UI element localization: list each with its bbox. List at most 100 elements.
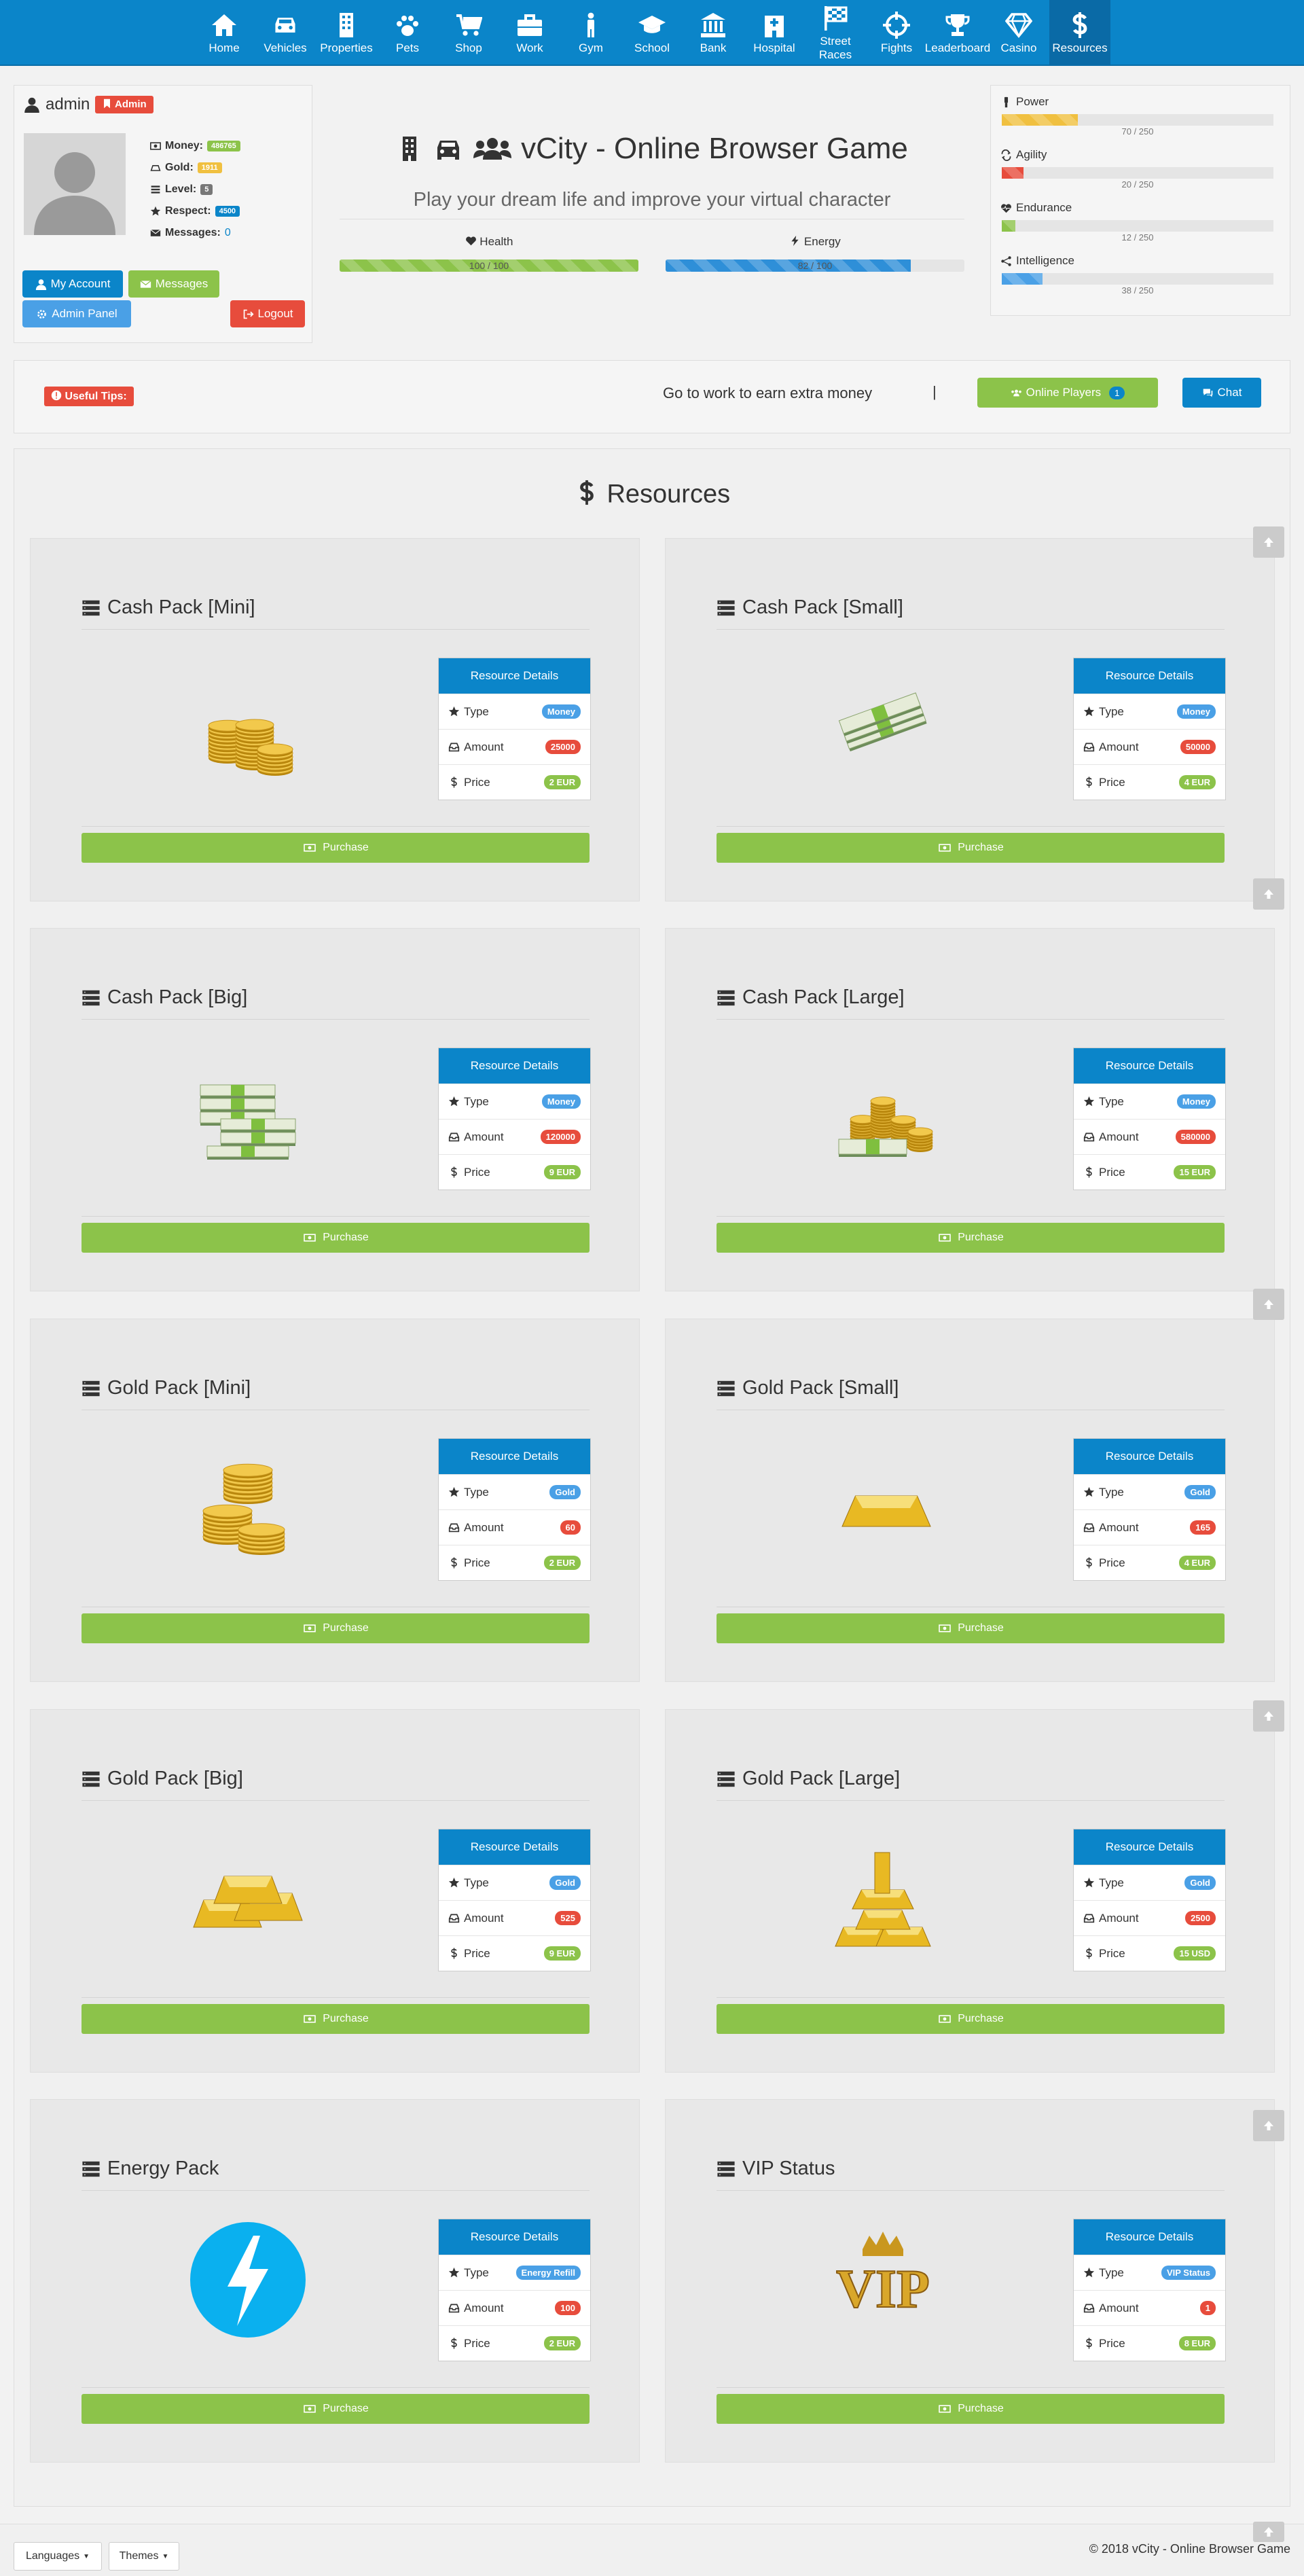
inbox-icon [1083,741,1095,753]
purchase-button[interactable]: Purchase [717,2394,1225,2424]
nav-item-bank[interactable]: Bank [683,0,744,66]
chat-button[interactable]: Chat [1182,378,1261,408]
star-icon [448,1096,460,1107]
resource-title: Energy Pack [82,2158,219,2180]
home-icon [211,12,238,39]
type-row: Type Money [439,694,590,729]
attr-power-value: 70 / 250 [1121,126,1154,137]
cogs-icon [36,308,48,320]
person-icon [577,12,604,39]
crosshairs-icon [883,11,910,39]
amount-row: Amount 1 [1074,2290,1225,2325]
server-icon [82,988,101,1007]
back-to-top-button[interactable] [1253,2522,1284,2542]
back-to-top-button[interactable] [1253,2110,1284,2141]
nav-item-home[interactable]: Home [194,0,255,66]
purchase-button[interactable]: Purchase [82,1613,590,1643]
nav-item-shop[interactable]: Shop [438,0,499,66]
money-stat: Money: 486765 [150,140,240,152]
divider [82,2190,590,2191]
details-header: Resource Details [1074,658,1225,694]
type-value: Money [541,704,581,719]
details-header: Resource Details [439,2219,590,2255]
divider [717,1800,1225,1801]
dollar-icon [448,1557,460,1569]
purchase-button[interactable]: Purchase [82,1223,590,1253]
footer: Languages ▼ Themes ▼ © 2018 vCity - Online… [0,2524,1304,2576]
nav-item-resources[interactable]: Resources [1049,0,1110,66]
themes-dropdown[interactable]: Themes ▼ [109,2542,179,2571]
nav-item-properties[interactable]: Properties [316,0,377,66]
user-name-row: admin Admin [24,95,153,114]
messages-button[interactable]: Messages [128,270,219,298]
resource-details: Resource Details Type Energy Refill Amount 1… [438,2219,591,2361]
dollar-icon [448,1948,460,1959]
star-icon [448,2267,460,2278]
purchase-button[interactable]: Purchase [717,1223,1225,1253]
nav-item-street-races[interactable]: Street Races [805,0,866,66]
building-icon [396,135,423,162]
resource-details: Resource Details Type Money Amount 50000 Pric… [1073,658,1226,800]
back-to-top-button[interactable] [1253,526,1284,558]
money-icon [302,842,317,853]
nav-item-fights[interactable]: Fights [866,0,927,66]
price-row: Price 2 EUR [439,764,590,800]
nav-item-hospital[interactable]: Hospital [744,0,805,66]
amount-row: Amount 60 [439,1509,590,1545]
dollar-icon [448,776,460,788]
level-stat: Level: 5 [150,183,213,196]
languages-dropdown[interactable]: Languages ▼ [14,2542,102,2571]
server-icon [717,598,736,618]
logout-button[interactable]: Logout [230,300,305,327]
type-row: Type Gold [439,1474,590,1509]
admin-panel-button[interactable]: Admin Panel [22,300,131,327]
heart-icon [465,235,477,247]
nav-item-casino[interactable]: Casino [988,0,1049,66]
nav-item-gym[interactable]: Gym [560,0,621,66]
nav-item-pets[interactable]: Pets [377,0,438,66]
attr-agility-bar [1002,167,1273,179]
purchase-button[interactable]: Purchase [717,2004,1225,2034]
my-account-button[interactable]: My Account [22,270,123,298]
resource-image-gold-bar [815,1435,951,1564]
dollar-icon [1083,2338,1095,2349]
dollar-icon [1083,776,1095,788]
server-icon [82,1770,101,1789]
price-value: 9 EUR [543,1165,581,1179]
purchase-button[interactable]: Purchase [82,2004,590,2034]
money-icon [302,2014,317,2024]
resource-details: Resource Details Type Gold Amount 2500 Price 1… [1073,1829,1226,1971]
attr-agility-label: Agility [1000,148,1047,162]
arrow-up-icon [1262,1709,1275,1723]
nav-item-school[interactable]: School [621,0,683,66]
star-icon [1083,1096,1095,1107]
back-to-top-button[interactable] [1253,878,1284,910]
back-to-top-button[interactable] [1253,1289,1284,1320]
purchase-button[interactable]: Purchase [82,2394,590,2424]
amount-value: 50000 [1180,740,1216,754]
messages-stat: Messages: 0 [150,227,231,239]
nav-item-work[interactable]: Work [499,0,560,66]
back-to-top-button[interactable] [1253,1700,1284,1732]
resource-card-gold-pack-mini: Gold Pack [Mini] Resource Details Type Gold… [30,1319,640,1682]
resource-details: Resource Details Type Money Amount 120000 Pri… [438,1048,591,1190]
nav-item-vehicles[interactable]: Vehicles [255,0,316,66]
resource-card-gold-pack-small: Gold Pack [Small] Resource Details Type Gol… [665,1319,1275,1682]
messages-value: 0 [224,227,231,238]
purchase-button[interactable]: Purchase [717,1613,1225,1643]
online-count: 1 [1109,386,1125,399]
price-value: 15 EUR [1174,1165,1216,1179]
server-icon [717,1379,736,1398]
money-icon [302,2403,317,2414]
purchase-button[interactable]: Purchase [82,833,590,863]
details-header: Resource Details [1074,1439,1225,1474]
dollar-icon [448,1166,460,1178]
price-row: Price 9 EUR [439,1154,590,1189]
purchase-button[interactable]: Purchase [717,833,1225,863]
nav-label: Bank [700,41,727,54]
resource-card-gold-pack-large: Gold Pack [Large] Resource Details Type Gol… [665,1709,1275,2073]
price-value: 2 EUR [543,1556,581,1570]
online-players-button[interactable]: Online Players 1 [977,378,1158,408]
resource-details: Resource Details Type Gold Amount 60 Price 2 E… [438,1438,591,1581]
nav-item-leaderboard[interactable]: Leaderboard [925,0,990,66]
